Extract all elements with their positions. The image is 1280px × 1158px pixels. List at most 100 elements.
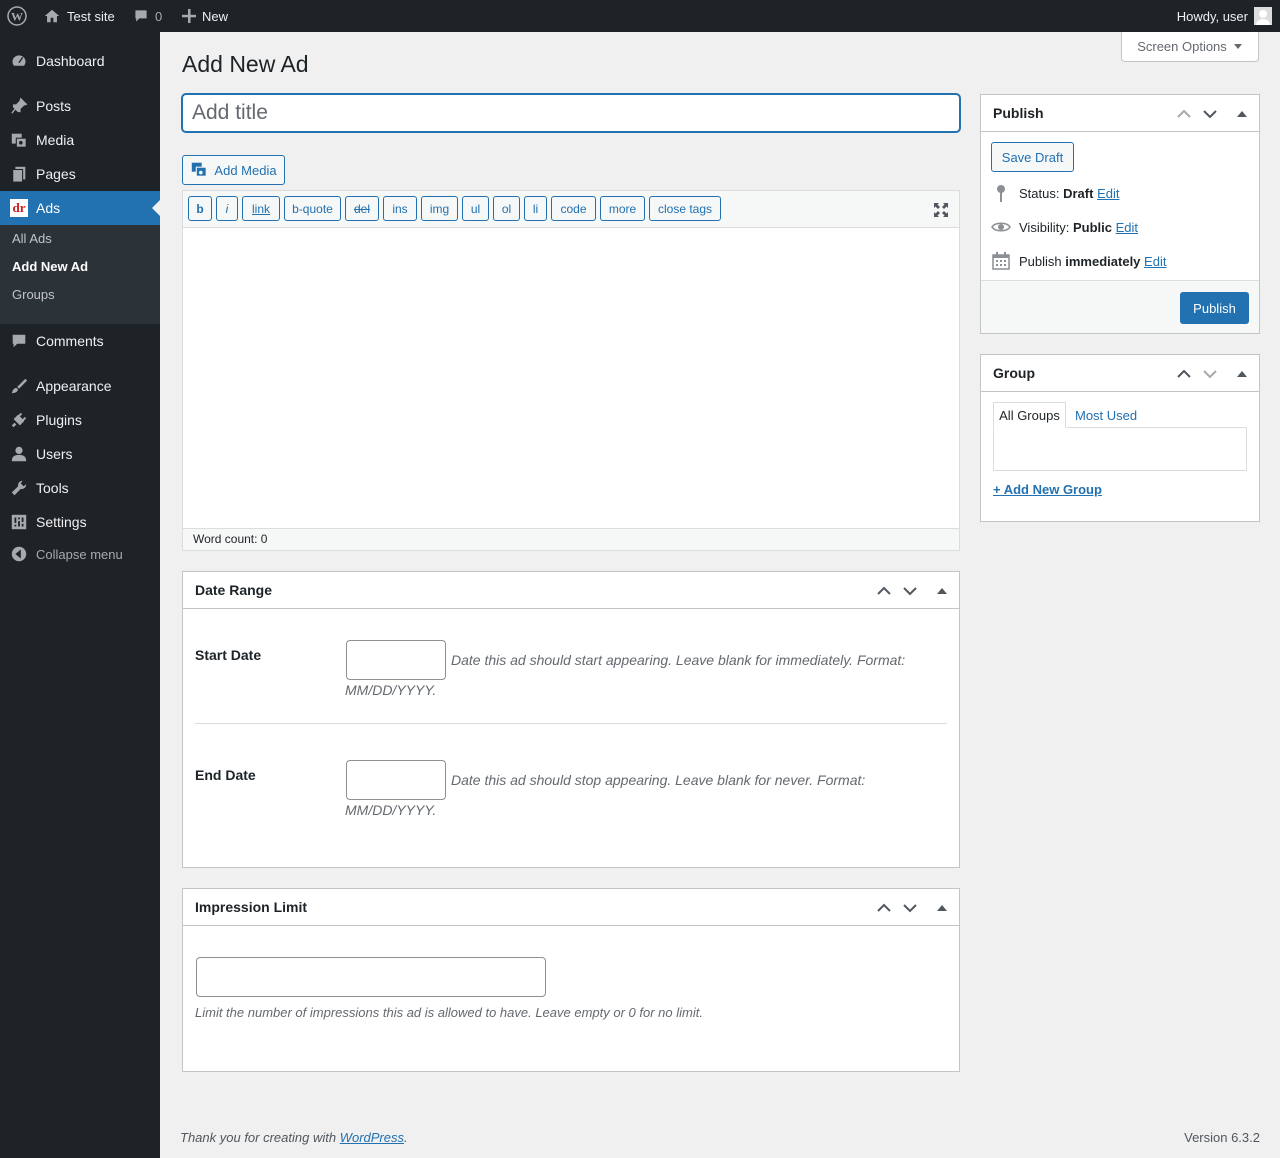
sidebar-item-settings[interactable]: Settings [0,505,160,539]
move-up-icon[interactable] [1175,105,1193,123]
sidebar-item-users[interactable]: Users [0,437,160,471]
qt-link-button[interactable]: link [242,196,280,221]
sidebar-item-appearance[interactable]: Appearance [0,369,160,403]
move-up-icon[interactable] [875,582,893,600]
howdy-text: Howdy, user [1176,8,1248,24]
qt-img-button[interactable]: img [421,196,458,221]
edit-status-link[interactable]: Edit [1097,186,1119,201]
move-up-icon[interactable] [1175,365,1193,383]
word-count: Word count: 0 [183,528,959,550]
qt-ol-button[interactable]: ol [493,196,520,221]
publish-button[interactable]: Publish [1180,292,1249,324]
wordpress-link[interactable]: WordPress [340,1130,404,1145]
collapse-icon [9,544,29,564]
submenu-item-groups[interactable]: Groups [12,287,55,302]
sidebar-item-tools[interactable]: Tools [0,471,160,505]
submenu-item-all-ads[interactable]: All Ads [12,231,52,246]
page-title: Add New Ad [182,51,309,77]
tab-most-used[interactable]: Most Used [1075,402,1137,428]
move-down-icon[interactable] [901,899,919,917]
status-label: Status: [1019,185,1060,201]
new-label: New [202,8,229,24]
sidebar-item-ads[interactable]: dr Ads [0,191,160,225]
screen-options-label: Screen Options [1137,39,1227,54]
move-down-icon[interactable] [1201,365,1219,383]
sidebar-item-plugins[interactable]: Plugins [0,403,160,437]
edit-schedule-link[interactable]: Edit [1144,254,1166,269]
sidebar-item-label: Plugins [36,412,82,428]
my-account-link[interactable]: Howdy, user [1177,0,1272,32]
qt-more-button[interactable]: more [600,196,645,221]
toggle-panel-icon[interactable] [933,899,951,917]
sidebar-item-media[interactable]: Media [0,123,160,157]
comments-link[interactable]: 0 [133,0,162,32]
qt-li-button[interactable]: li [524,196,547,221]
publish-title: Publish [993,105,1044,121]
visibility-value: Public [1072,219,1112,235]
toggle-panel-icon[interactable] [1233,365,1251,383]
comment-bubble-icon [133,8,149,24]
impression-limit-title: Impression Limit [195,899,308,915]
sidebar-item-label: Appearance [36,378,112,394]
tab-all-groups[interactable]: All Groups [993,402,1066,428]
admin-bar: W Test site 0 New Howdy, user [0,0,1280,32]
end-date-input[interactable] [346,760,446,800]
wordpress-logo-icon[interactable]: W [7,0,27,32]
save-draft-button[interactable]: Save Draft [991,142,1074,172]
qt-code-button[interactable]: code [551,196,596,221]
qt-close-tags-button[interactable]: close tags [649,196,721,221]
qt-blockquote-button[interactable]: b-quote [284,196,341,221]
qt-ul-button[interactable]: ul [462,196,489,221]
toggle-panel-icon[interactable] [933,582,951,600]
wrench-icon [9,478,29,498]
site-name-link[interactable]: Test site [43,0,115,32]
editor-textarea[interactable] [183,228,959,528]
qt-del-button[interactable]: del [345,196,379,221]
impression-limit-input[interactable] [196,957,546,997]
sidebar-item-label: Comments [36,333,104,349]
avatar [1254,7,1272,25]
sidebar-item-pages[interactable]: Pages [0,157,160,191]
postbox-header: Impression Limit [183,889,959,926]
add-new-group-link[interactable]: + Add New Group [993,482,1102,497]
add-media-button[interactable]: Add Media [182,155,285,185]
comments-count: 0 [155,8,163,24]
new-content-link[interactable]: New [182,0,228,32]
screen-options-button[interactable]: Screen Options [1121,32,1259,62]
schedule-row: Publish immediately Edit [991,251,1166,271]
footer-thanks-suffix: . [404,1130,408,1145]
publish-timing: immediately [1065,253,1141,269]
move-down-icon[interactable] [901,582,919,600]
quicktags-toolbar: b i link b-quote del ins img ul ol li co… [183,191,959,228]
group-list[interactable] [993,427,1247,471]
collapse-menu-button[interactable]: Collapse menu [0,537,160,571]
sidebar-item-posts[interactable]: Posts [0,89,160,123]
sidebar-item-label: Media [36,132,75,148]
pages-icon [9,164,29,184]
start-date-input[interactable] [346,640,446,680]
group-box: Group All Groups Most Used + Add New Gro… [980,354,1260,522]
qt-bold-button[interactable]: b [188,196,212,221]
submenu-item-add-new-ad[interactable]: Add New Ad [12,259,88,274]
postbox-header: Group [981,355,1259,392]
move-down-icon[interactable] [1201,105,1219,123]
ads-logo-icon: dr [9,198,29,218]
qt-ins-button[interactable]: ins [383,196,417,221]
sidebar-item-comments[interactable]: Comments [0,324,160,358]
date-range-box: Date Range Start Date Date this ad shoul… [182,571,960,868]
post-title-input[interactable] [182,94,960,132]
impression-limit-box: Impression Limit Limit the number of imp… [182,888,960,1072]
impression-limit-description: Limit the number of impressions this ad … [195,1005,703,1020]
sidebar-item-dashboard[interactable]: Dashboard [0,44,160,78]
toggle-panel-icon[interactable] [1233,105,1251,123]
edit-visibility-link[interactable]: Edit [1116,220,1138,235]
footer-version: Version 6.3.2 [1184,1130,1260,1145]
qt-italic-button[interactable]: i [216,196,238,221]
postbox-header: Publish [981,95,1259,132]
content-editor: b i link b-quote del ins img ul ol li co… [182,190,960,551]
media-icon [9,130,29,150]
fullscreen-icon[interactable] [931,200,951,220]
move-up-icon[interactable] [875,899,893,917]
current-menu-arrow [152,200,160,216]
sidebar-item-label: Pages [36,166,76,182]
